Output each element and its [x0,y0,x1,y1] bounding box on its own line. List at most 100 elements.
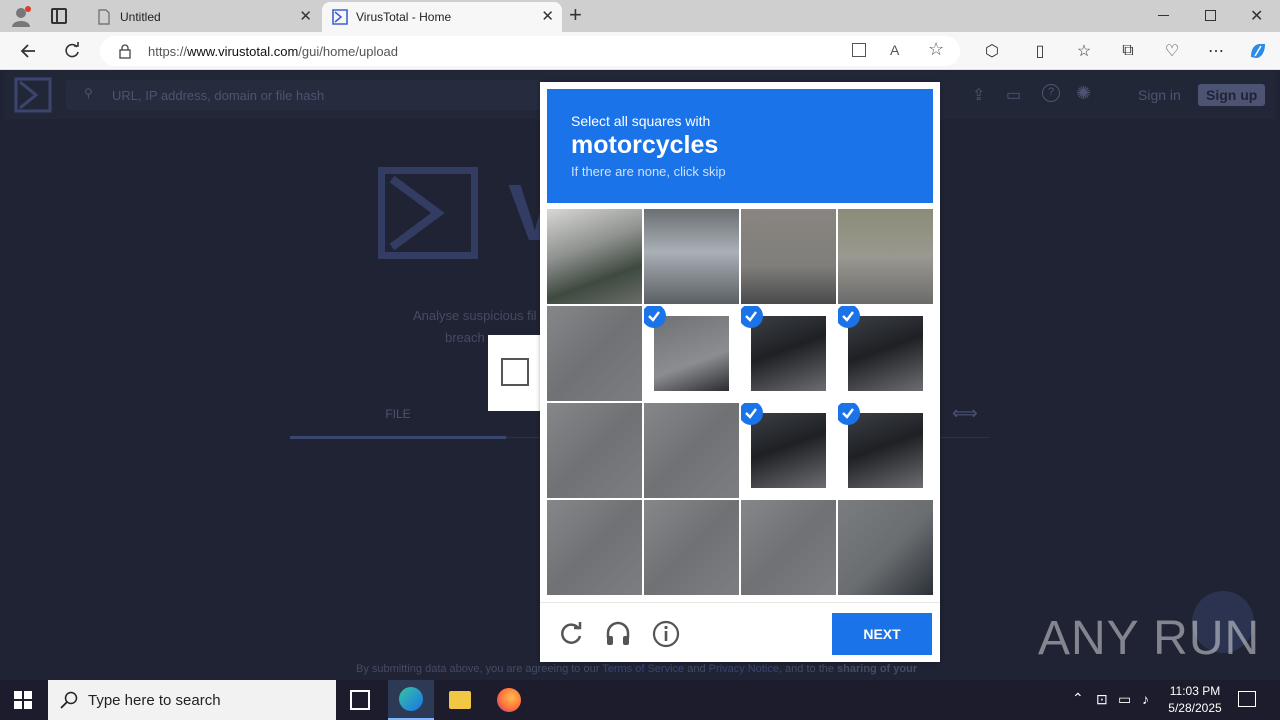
captcha-image-tile[interactable] [547,209,642,304]
tab-untitled[interactable]: Untitled ✕ [86,2,320,32]
refresh-icon[interactable] [62,41,82,61]
captcha-image-tile[interactable] [644,500,739,595]
captcha-challenge: Select all squares with motorcycles If t… [540,82,940,662]
virustotal-logo-icon [332,9,348,25]
captcha-image-tile[interactable] [838,306,933,401]
tagline: Analyse suspicious fil [413,308,537,323]
new-tab-button[interactable]: + [569,4,582,26]
tab-virustotal[interactable]: VirusTotal - Home ✕ [322,2,562,32]
close-tab-icon[interactable]: ✕ [541,9,554,25]
captcha-hint: If there are none, click skip [571,164,726,179]
anyrun-watermark: ANY RUN [1038,612,1261,665]
captcha-image-tile[interactable] [741,403,836,498]
clock[interactable]: 11:03 PM 5/28/2025 [1166,684,1224,720]
captcha-checkbox[interactable] [501,358,529,386]
vt-search-input[interactable]: ⚲ URL, IP address, domain or file hash [66,80,546,110]
read-aloud-icon[interactable]: A [890,42,899,58]
captcha-image-tile[interactable] [838,209,933,304]
file-explorer-icon[interactable] [449,691,471,709]
captcha-image-tile[interactable] [644,209,739,304]
terms-notice: By submitting data above, you are agreei… [356,663,918,675]
tab-file[interactable]: FILE [290,391,506,439]
tray-chevron-icon[interactable]: ⌃ [1072,690,1084,720]
clock-time: 11:03 PM [1169,684,1221,698]
collections-icon[interactable]: ⧉ [1118,41,1138,61]
firefox-icon[interactable] [497,688,521,712]
captcha-image-tile[interactable] [741,209,836,304]
search-icon [60,691,78,709]
sign-in-link[interactable]: Sign in [1138,87,1181,103]
more-menu-icon[interactable]: ⋯ [1206,41,1226,61]
sign-up-button[interactable]: Sign up [1198,84,1266,106]
clock-date: 5/28/2025 [1168,701,1222,715]
info-icon[interactable] [651,619,681,649]
taskbar-search-placeholder: Type here to search [88,692,221,709]
captcha-image-tile[interactable] [547,403,642,498]
browser-toolbar: https://www.virustotal.com/gui/home/uplo… [0,32,1280,70]
minimize-button[interactable] [1158,15,1169,16]
captcha-image-tile[interactable] [547,306,642,401]
display-icon[interactable]: ▭ [1118,691,1131,720]
volume-icon[interactable]: ♪ [1142,691,1149,720]
virustotal-logo-icon[interactable] [14,77,52,113]
page-icon [98,9,110,25]
taskbar: Type here to search ⌃ ⊡ ▭ ♪ 11:03 PM 5/2… [0,680,1280,720]
close-window-button[interactable]: ✕ [1250,6,1263,26]
browser-tab-strip: Untitled ✕ VirusTotal - Home ✕ + ✕ [0,0,1280,32]
edge-taskbar-icon[interactable] [388,680,434,720]
notification-center-icon[interactable] [1238,691,1256,707]
upload-icon[interactable]: ⇪ [972,85,985,105]
url-text: https://www.virustotal.com/gui/home/uplo… [148,44,399,59]
captcha-image-tile[interactable] [741,500,836,595]
audio-challenge-icon[interactable] [603,619,633,649]
profile-icon[interactable] [10,5,32,27]
captcha-footer: NEXT [540,602,940,662]
captcha-image [848,413,923,488]
captcha-image [654,316,729,391]
privacy-link[interactable]: Privacy Notice [709,663,779,675]
help-icon[interactable]: ? [1042,84,1060,102]
captcha-image [751,316,826,391]
next-button[interactable]: NEXT [832,613,932,655]
captcha-target: motorcycles [571,131,719,159]
tab-title: VirusTotal - Home [356,10,452,24]
search-icon: ⚲ [84,86,93,100]
browser-essentials-icon[interactable]: ♡ [1162,41,1182,61]
captcha-prompt-banner: Select all squares with motorcycles If t… [547,89,933,203]
network-icon[interactable]: ⊡ [1096,691,1108,720]
captcha-image-grid [547,209,933,595]
captcha-image [751,413,826,488]
windows-start-icon[interactable] [14,691,32,709]
captcha-image-tile[interactable] [547,500,642,595]
theme-toggle-icon[interactable]: ✺ [1076,83,1091,104]
favorites-icon[interactable]: ☆ [1074,41,1094,61]
close-tab-icon[interactable]: ✕ [299,9,312,25]
captcha-instruction: Select all squares with [571,113,711,129]
tagline-2: breach [445,330,485,345]
restore-button[interactable] [1205,10,1216,21]
task-view-icon[interactable] [350,690,370,710]
captcha-image-tile[interactable] [644,306,739,401]
captcha-image-tile[interactable] [644,403,739,498]
search-placeholder: URL, IP address, domain or file hash [112,88,325,103]
lock-icon[interactable] [118,44,132,59]
search-tab-icon[interactable]: ⟺ [952,403,978,424]
captcha-image-tile[interactable] [838,500,933,595]
tab-actions-icon[interactable] [51,8,67,24]
extensions-icon[interactable]: ⬡ [982,41,1002,61]
app-available-icon[interactable] [852,43,866,57]
favorite-star-icon[interactable]: ☆ [928,39,944,60]
virustotal-big-logo-icon [378,167,478,259]
notifications-icon[interactable]: ▭ [1006,85,1021,105]
captcha-image [848,316,923,391]
split-screen-icon[interactable]: ▯ [1030,41,1050,61]
terms-link[interactable]: Terms of Service [602,663,684,675]
popup-checkbox-frame [488,335,540,411]
address-bar[interactable]: https://www.virustotal.com/gui/home/uplo… [100,36,960,66]
back-icon[interactable] [18,41,38,61]
captcha-image-tile[interactable] [838,403,933,498]
taskbar-search-input[interactable]: Type here to search [48,680,336,720]
refresh-challenge-icon[interactable] [556,619,586,649]
copilot-icon[interactable] [1248,41,1268,61]
captcha-image-tile[interactable] [741,306,836,401]
